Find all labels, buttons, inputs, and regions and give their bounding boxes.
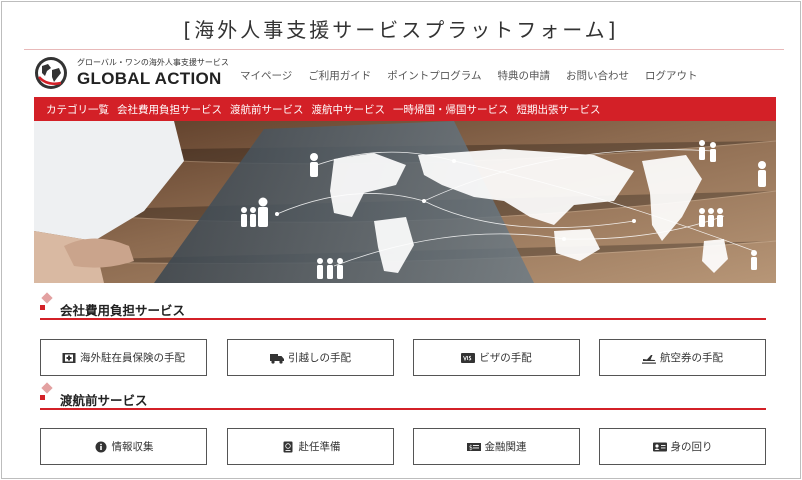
section-heading-company-paid: 会社費用負担サービス [40, 292, 766, 320]
moving-button[interactable]: 引越しの手配 [227, 339, 394, 376]
hero-world-network-image [34, 121, 776, 283]
id-card-icon [652, 442, 667, 451]
button-label: 赴任準備 [298, 441, 341, 453]
nav-mypage[interactable]: マイページ [240, 68, 292, 83]
insurance-icon [62, 352, 76, 363]
finance-button[interactable]: $ 金融関連 [413, 428, 580, 465]
section-diamond-icon [41, 382, 53, 394]
truck-icon [270, 353, 284, 364]
hero-banner [34, 121, 776, 283]
section-diamond-icon [41, 292, 53, 304]
passport-icon [283, 441, 292, 452]
insurance-button[interactable]: 海外駐在員保険の手配 [40, 339, 207, 376]
plane-icon [642, 354, 656, 364]
section-divider [40, 318, 766, 320]
info-icon [95, 441, 106, 452]
button-label: 金融関連 [484, 441, 527, 453]
logo-brand: GLOBAL ACTION [77, 69, 222, 88]
nav-logout[interactable]: ログアウト [645, 68, 698, 83]
title-divider [24, 49, 784, 50]
nav-points[interactable]: ポイントプログラム [387, 68, 481, 83]
section-title: 渡航前サービス [60, 393, 148, 408]
category-item-return[interactable]: 一時帰国・帰国サービス [393, 102, 509, 117]
section-mark-icon [40, 395, 45, 400]
globe-logo-icon [35, 57, 67, 89]
nav-benefit-request[interactable]: 特典の申請 [497, 68, 550, 83]
visa-button[interactable]: ビザの手配 [413, 339, 580, 376]
nav-contact[interactable]: お問い合わせ [566, 68, 629, 83]
logo[interactable]: グローバル・ワンの海外人事支援サービス GLOBAL ACTION [34, 54, 234, 92]
page-title: [海外人事支援サービスプラットフォーム] [183, 18, 619, 42]
button-row-pre-departure: 情報収集 赴任準備 $ 金融関連 身の回り [40, 428, 768, 466]
information-button[interactable]: 情報収集 [40, 428, 207, 465]
flight-button[interactable]: 航空券の手配 [599, 339, 766, 376]
button-label: 海外駐在員保険の手配 [80, 352, 185, 364]
category-item-all[interactable]: カテゴリ一覧 [46, 102, 109, 117]
logo-tagline: グローバル・ワンの海外人事支援サービス [77, 58, 229, 67]
nav-guide[interactable]: ご利用ガイド [308, 68, 371, 83]
button-label: 情報収集 [111, 441, 154, 453]
category-nav: カテゴリ一覧 会社費用負担サービス 渡航前サービス 渡航中サービス 一時帰国・帰… [34, 97, 776, 121]
button-label: 航空券の手配 [660, 352, 723, 364]
section-heading-pre-departure: 渡航前サービス [40, 382, 766, 410]
category-item-during-stay[interactable]: 渡航中サービス [312, 102, 386, 117]
category-item-pre-departure[interactable]: 渡航前サービス [230, 102, 304, 117]
button-label: 引越しの手配 [288, 352, 351, 364]
button-label: 身の回り [670, 441, 713, 453]
button-label: ビザの手配 [479, 352, 532, 364]
visa-icon [461, 352, 476, 363]
section-mark-icon [40, 305, 45, 310]
relocation-prep-button[interactable]: 赴任準備 [227, 428, 394, 465]
category-item-short-trip[interactable]: 短期出張サービス [517, 102, 601, 117]
section-title: 会社費用負担サービス [60, 303, 186, 318]
personal-items-button[interactable]: 身の回り [599, 428, 766, 465]
svg-text:$: $ [469, 444, 473, 451]
button-row-company-paid: 海外駐在員保険の手配 引越しの手配 ビザの手配 航空券の手配 [40, 339, 768, 377]
main-nav: マイページ ご利用ガイド ポイントプログラム 特典の申請 お問い合わせ ログアウ… [240, 68, 713, 83]
category-item-company-paid[interactable]: 会社費用負担サービス [117, 102, 222, 117]
money-icon: $ [466, 442, 481, 451]
section-divider [40, 408, 766, 410]
